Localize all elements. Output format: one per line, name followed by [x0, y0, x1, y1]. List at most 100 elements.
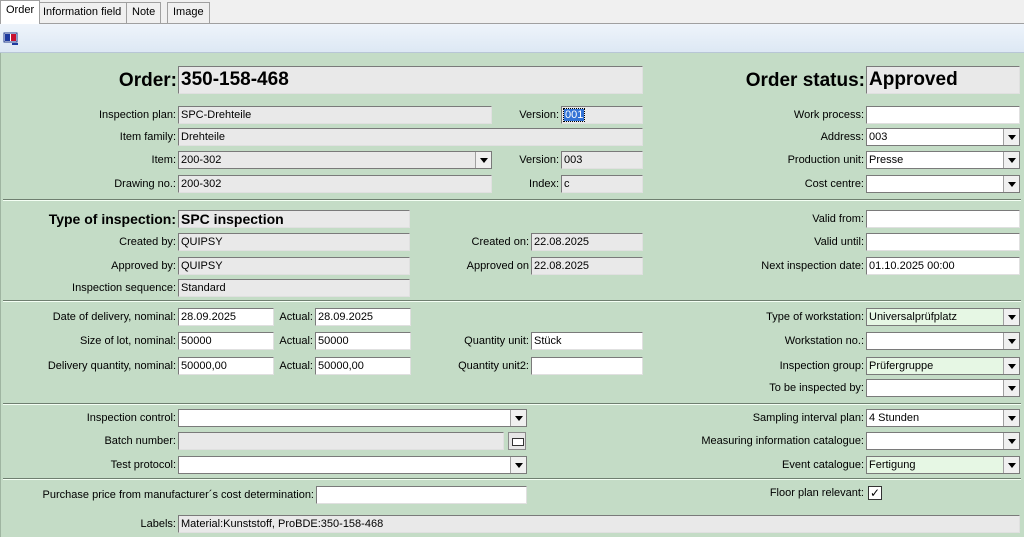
version-field[interactable]: 001: [561, 106, 643, 124]
approved-on-field: 22.08.2025: [531, 257, 643, 275]
valid-from-label: Valid from:: [812, 213, 864, 225]
sampling-interval-value: 4 Stunden: [869, 412, 920, 424]
item-family-field: Drehteile: [178, 128, 643, 146]
production-unit-label: Production unit:: [787, 154, 864, 166]
inspection-plan-field: SPC-Drehteile: [178, 106, 492, 124]
chevron-down-icon[interactable]: [1003, 152, 1019, 168]
created-by-field: QUIPSY: [178, 233, 410, 251]
chevron-down-icon[interactable]: [1003, 380, 1019, 396]
production-unit-select[interactable]: Presse: [866, 151, 1020, 169]
address-select[interactable]: 003: [866, 128, 1020, 146]
created-on-label: Created on:: [471, 236, 529, 248]
chevron-down-icon[interactable]: [1003, 333, 1019, 349]
floor-plan-label: Floor plan relevant:: [769, 487, 864, 499]
item-version-label: Version:: [519, 154, 559, 166]
index-label: Index:: [529, 178, 559, 190]
chevron-down-icon[interactable]: [510, 410, 526, 426]
workstation-no-select[interactable]: [866, 332, 1020, 350]
item-family-label: Item family:: [119, 131, 176, 143]
sampling-interval-label: Sampling interval plan:: [752, 412, 864, 424]
tab-order[interactable]: Order: [0, 0, 41, 24]
section-divider: [3, 199, 1021, 201]
lot-size-actual-field[interactable]: 50000: [315, 332, 411, 350]
workstation-type-value: Universalprüfplatz: [869, 311, 958, 323]
batch-number-label: Batch number:: [104, 435, 176, 447]
chevron-down-icon[interactable]: [1003, 410, 1019, 426]
index-field: c: [561, 175, 643, 193]
tab-information-field[interactable]: Information field: [37, 2, 128, 23]
workstation-type-select[interactable]: Universalprüfplatz: [866, 308, 1020, 326]
labels-field: Material:Kunststoff, ProBDE:350-158-468: [178, 515, 1020, 533]
delivery-qty-nominal-field[interactable]: 50000,00: [178, 357, 274, 375]
quantity-unit2-field[interactable]: [531, 357, 643, 375]
next-inspection-date-label: Next inspection date:: [761, 260, 864, 272]
tab-bar: Order Information field Note Image: [0, 0, 1024, 24]
chevron-down-icon[interactable]: [1003, 433, 1019, 449]
tab-note[interactable]: Note: [126, 2, 162, 23]
inspection-control-label: Inspection control:: [86, 412, 176, 424]
chevron-down-icon[interactable]: [1003, 358, 1019, 374]
order-panel: Order: 350-158-468 Order status: Approve…: [0, 53, 1024, 537]
chevron-down-icon[interactable]: [1003, 457, 1019, 473]
inspection-group-label: Inspection group:: [779, 360, 864, 372]
cost-centre-select[interactable]: [866, 175, 1020, 193]
inspection-type-field: SPC inspection: [178, 210, 410, 228]
order-label: Order:: [118, 70, 177, 91]
valid-from-field[interactable]: [866, 210, 1020, 228]
delivery-qty-actual-field[interactable]: 50000,00: [315, 357, 411, 375]
order-status-field: Approved: [866, 66, 1020, 94]
created-on-field: 22.08.2025: [531, 233, 643, 251]
cost-centre-label: Cost centre:: [804, 178, 864, 190]
next-inspection-date-field[interactable]: 01.10.2025 00:00: [866, 257, 1020, 275]
test-protocol-label: Test protocol:: [110, 459, 176, 471]
delivery-date-nominal-field[interactable]: 28.09.2025: [178, 308, 274, 326]
section-divider: [3, 478, 1021, 480]
chevron-down-icon[interactable]: [1003, 129, 1019, 145]
workstation-no-label: Workstation no.:: [784, 335, 864, 347]
settings-icon[interactable]: [3, 31, 19, 45]
keypad-icon[interactable]: [508, 432, 526, 450]
event-catalogue-select[interactable]: Fertigung: [866, 456, 1020, 474]
measuring-catalogue-select[interactable]: [866, 432, 1020, 450]
workstation-type-label: Type of workstation:: [766, 311, 864, 323]
inspection-control-select[interactable]: [178, 409, 527, 427]
section-divider: [3, 300, 1021, 302]
section-divider: [3, 403, 1021, 405]
chevron-down-icon[interactable]: [475, 152, 491, 168]
chevron-down-icon[interactable]: [1003, 176, 1019, 192]
tab-image[interactable]: Image: [167, 2, 210, 23]
inspection-group-value: Prüfergruppe: [869, 360, 934, 372]
quantity-unit2-label: Quantity unit2:: [458, 360, 529, 372]
approved-by-field: QUIPSY: [178, 257, 410, 275]
production-unit-value: Presse: [869, 154, 904, 166]
order-status-label: Order status:: [745, 70, 865, 91]
inspection-group-select[interactable]: Prüfergruppe: [866, 357, 1020, 375]
quantity-unit-field[interactable]: Stück: [531, 332, 643, 350]
approved-by-label: Approved by:: [111, 260, 176, 272]
delivery-date-actual-label: Actual:: [279, 311, 313, 323]
chevron-down-icon[interactable]: [1003, 309, 1019, 325]
lot-size-nominal-label: Size of lot, nominal:: [80, 335, 176, 347]
item-select[interactable]: 200-302: [178, 151, 492, 169]
created-by-label: Created by:: [119, 236, 176, 248]
chevron-down-icon[interactable]: [510, 457, 526, 473]
delivery-qty-actual-label: Actual:: [279, 360, 313, 372]
valid-until-field[interactable]: [866, 233, 1020, 251]
delivery-date-actual-field[interactable]: 28.09.2025: [315, 308, 411, 326]
batch-number-field[interactable]: [178, 432, 504, 450]
approved-on-label: Approved on: [466, 260, 529, 272]
inspection-plan-label: Inspection plan:: [98, 109, 176, 121]
sampling-interval-select[interactable]: 4 Stunden: [866, 409, 1020, 427]
event-catalogue-label: Event catalogue:: [782, 459, 864, 471]
lot-size-nominal-field[interactable]: 50000: [178, 332, 274, 350]
work-process-field[interactable]: [866, 106, 1020, 124]
test-protocol-select[interactable]: [178, 456, 527, 474]
address-label: Address:: [820, 131, 864, 143]
labels-label: Labels:: [140, 518, 176, 530]
to-be-inspected-label: To be inspected by:: [769, 382, 864, 394]
to-be-inspected-select[interactable]: [866, 379, 1020, 397]
drawing-label: Drawing no.:: [114, 178, 176, 190]
purchase-price-field[interactable]: [316, 486, 527, 504]
work-process-label: Work process:: [793, 109, 864, 121]
floor-plan-checkbox[interactable]: ✓: [868, 486, 882, 500]
